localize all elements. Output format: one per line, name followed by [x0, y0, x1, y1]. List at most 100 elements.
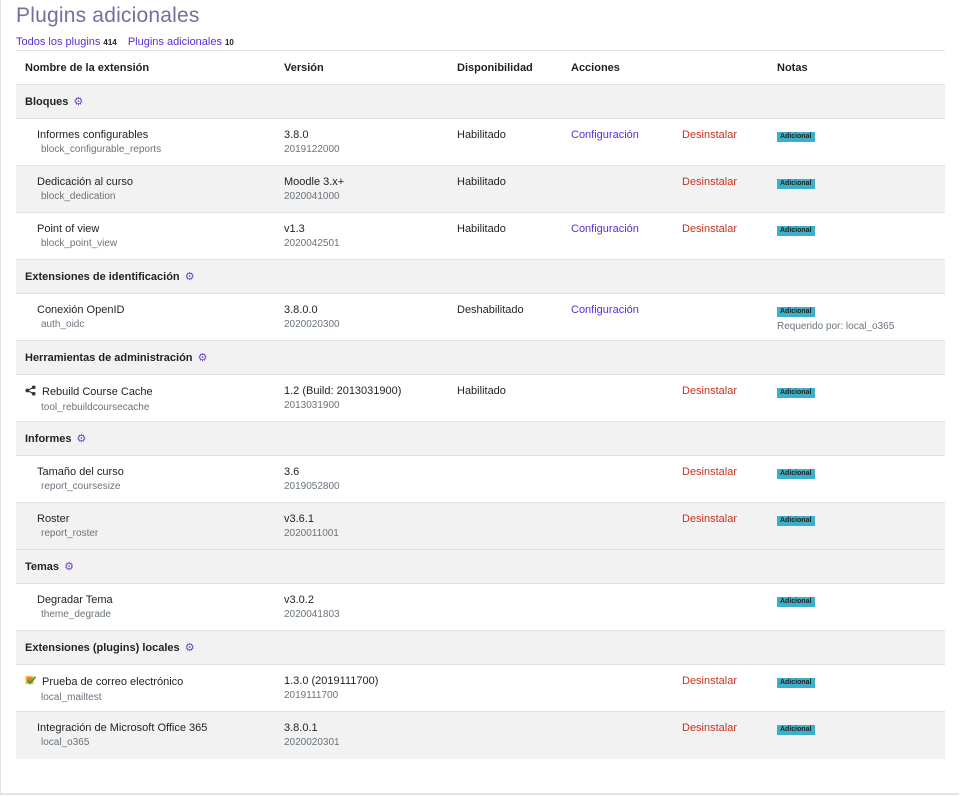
header-notes: Notas: [768, 50, 945, 85]
plugin-version-number: 2019122000: [284, 144, 340, 155]
filter-additional-count: 10: [224, 38, 234, 47]
additional-badge: Adicional: [777, 725, 815, 735]
plugin-version-number: 2020041803: [284, 609, 340, 620]
plugin-name-wrap: Informes configurables: [37, 129, 274, 141]
plugin-filters: Todos los plugins 414 Plugins adicionales…: [16, 36, 242, 48]
plugin-version-number: 2020011001: [284, 528, 339, 539]
plugin-name: Conexión OpenID: [37, 304, 125, 316]
plugin-notes-cell: Adicional: [768, 711, 945, 759]
plugin-uninstall-cell: [673, 583, 768, 631]
plugin-type-cell: Informes ⚙: [16, 421, 945, 456]
plugin-version-number: 2020042501: [284, 238, 340, 249]
plugin-settings-cell: [562, 664, 673, 712]
plugin-type-heading: Bloques: [25, 96, 69, 108]
plugin-uninstall-cell: Desinstalar: [673, 502, 768, 550]
plugin-row: Prueba de correo electrónico local_mailte…: [16, 664, 945, 712]
plugin-row: Informes configurables block_configurable…: [16, 118, 945, 166]
plugin-uninstall-cell: Desinstalar: [673, 664, 768, 712]
plugin-name: Degradar Tema: [37, 594, 113, 606]
plugin-name-wrap: Conexión OpenID: [37, 304, 274, 316]
plugin-component: report_coursesize: [41, 481, 121, 492]
plugin-uninstall-cell: Desinstalar: [673, 711, 768, 759]
uninstall-link[interactable]: Desinstalar: [682, 513, 737, 525]
gear-icon[interactable]: ⚙: [61, 561, 74, 573]
plugin-version-cell: 1.3.0 (2019111700) 2019111700: [275, 664, 448, 712]
plugin-availability: Deshabilitado: [457, 304, 524, 316]
plugin-type-row: Extensiones de identificación ⚙: [16, 259, 945, 294]
filter-all-plugins[interactable]: Todos los plugins 414: [16, 36, 117, 48]
plugin-availability: Habilitado: [457, 223, 506, 235]
plugin-settings-cell: Configuración: [562, 212, 673, 260]
plugin-release: 1.3.0 (2019111700): [284, 675, 379, 687]
plugin-name-cell: Integración de Microsoft Office 365 local…: [16, 711, 275, 759]
plugin-type-cell: Temas ⚙: [16, 549, 945, 584]
plugin-availability-cell: [448, 502, 562, 550]
filter-additional-plugins[interactable]: Plugins adicionales 10: [128, 36, 234, 48]
plugin-availability: Habilitado: [457, 385, 506, 397]
filter-all-count: 414: [103, 38, 117, 47]
plugin-name-wrap: Roster: [37, 513, 274, 525]
plugin-name: Tamaño del curso: [37, 466, 124, 478]
plugin-notes-cell: Adicional: [768, 455, 945, 503]
plugin-type-heading: Extensiones (plugins) locales: [25, 642, 180, 654]
plugin-name-cell: Informes configurables block_configurable…: [16, 118, 275, 166]
plugin-notes-cell: Adicional: [768, 583, 945, 631]
plugin-version-number: 2020020301: [284, 737, 340, 748]
plugin-name-wrap: Integración de Microsoft Office 365: [37, 722, 274, 734]
plugin-availability-cell: Habilitado: [448, 374, 562, 422]
gear-icon[interactable]: ⚙: [195, 352, 208, 364]
uninstall-link[interactable]: Desinstalar: [682, 129, 737, 141]
gear-icon[interactable]: ⚙: [73, 433, 87, 445]
header-version: Versión: [275, 50, 448, 85]
uninstall-link[interactable]: Desinstalar: [682, 223, 737, 235]
plugin-release: 3.8.0: [284, 129, 309, 141]
additional-badge: Adicional: [777, 469, 815, 479]
table-header-row: Nombre de la extensión Versión Disponibi…: [16, 50, 945, 85]
uninstall-link[interactable]: Desinstalar: [682, 675, 737, 687]
plugin-uninstall-cell: [673, 293, 768, 341]
plugin-uninstall-cell: Desinstalar: [673, 455, 768, 503]
plugin-settings-cell: [562, 583, 673, 631]
settings-link[interactable]: Configuración: [571, 129, 639, 141]
plugin-version-cell: v3.0.2 2020041803: [275, 583, 448, 631]
plugin-release: v1.3: [284, 223, 305, 235]
plugins-table: Nombre de la extensión Versión Disponibi…: [16, 50, 945, 759]
plugin-name: Point of view: [37, 223, 100, 235]
gear-icon[interactable]: ⚙: [182, 271, 195, 283]
uninstall-link[interactable]: Desinstalar: [682, 176, 737, 188]
plugin-row: Conexión OpenID auth_oidc 3.8.0.0 202002030…: [16, 293, 945, 341]
gear-icon[interactable]: ⚙: [70, 96, 83, 108]
plugin-name: Prueba de correo electrónico: [42, 676, 184, 688]
plugin-row: Dedicación al curso block_dedication Moodl…: [16, 165, 945, 213]
plugin-type-row: Extensiones (plugins) locales ⚙: [16, 630, 945, 665]
page-title: Plugins adicionales: [16, 4, 200, 27]
plugin-name-wrap: Tamaño del curso: [37, 466, 274, 478]
plugin-uninstall-cell: Desinstalar: [673, 118, 768, 166]
header-availability: Disponibilidad: [448, 50, 562, 85]
uninstall-link[interactable]: Desinstalar: [682, 466, 737, 478]
plugin-release: 3.8.0.0: [284, 304, 318, 316]
plugin-release: v3.0.2: [284, 594, 314, 606]
plugin-availability-cell: [448, 455, 562, 503]
plugin-row: Rebuild Course Cache tool_rebuildcourseca…: [16, 374, 945, 422]
uninstall-link[interactable]: Desinstalar: [682, 385, 737, 397]
additional-badge: Adicional: [777, 516, 815, 526]
plugin-name: Informes configurables: [37, 129, 149, 141]
gear-icon[interactable]: ⚙: [182, 642, 195, 654]
settings-link[interactable]: Configuración: [571, 304, 639, 316]
plugin-version-number: 2013031900: [284, 400, 340, 411]
plugin-name-cell: Rebuild Course Cache tool_rebuildcourseca…: [16, 374, 275, 422]
filter-additional-label: Plugins adicionales: [127, 36, 222, 48]
plugin-component: block_configurable_reports: [41, 144, 162, 155]
plugin-version-cell: 3.6 2019052800: [275, 455, 448, 503]
plugin-uninstall-cell: Desinstalar: [673, 374, 768, 422]
plugin-settings-cell: [562, 165, 673, 213]
plugin-component: theme_degrade: [41, 609, 112, 620]
required-by-note: Requerido por: local_o365: [777, 321, 895, 332]
uninstall-link[interactable]: Desinstalar: [682, 722, 737, 734]
additional-badge: Adicional: [777, 388, 815, 398]
plugin-settings-cell: [562, 374, 673, 422]
plugin-release: v3.6.1: [284, 513, 314, 525]
settings-link[interactable]: Configuración: [571, 223, 639, 235]
plugin-release: 1.2 (Build: 2013031900): [284, 385, 402, 397]
